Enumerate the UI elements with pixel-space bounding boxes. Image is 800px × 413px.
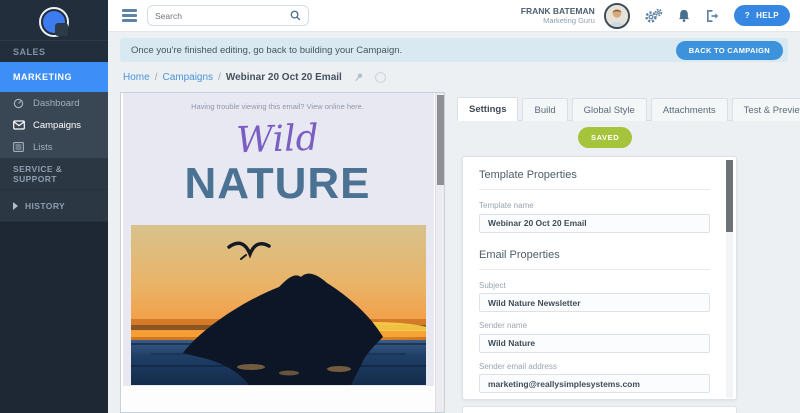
field-label: Template name xyxy=(479,201,710,210)
sidebar-item-history[interactable]: HISTORY xyxy=(0,190,108,222)
settings-card: Template Properties Template name Email … xyxy=(462,156,737,400)
user-info[interactable]: FRANK BATEMAN Marketing Guru xyxy=(521,6,595,26)
avatar[interactable] xyxy=(604,3,630,29)
section-title-email-properties: Email Properties xyxy=(479,249,710,270)
sidebar-item-label: MARKETING xyxy=(13,72,72,82)
search-icon[interactable] xyxy=(290,10,301,21)
logout-icon[interactable] xyxy=(705,9,720,23)
envelope-icon xyxy=(13,119,25,131)
field-template-name: Template name xyxy=(479,201,710,233)
breadcrumb-home-link[interactable]: Home xyxy=(123,72,150,83)
field-label: Sender email address xyxy=(479,362,710,371)
email-body-background xyxy=(123,386,434,412)
dashboard-icon xyxy=(13,97,25,109)
sidebar-item-label: HISTORY xyxy=(25,201,65,211)
sidebar-item-sales[interactable]: SALES xyxy=(0,40,108,62)
template-name-input[interactable] xyxy=(479,214,710,233)
sidebar-filler xyxy=(0,222,108,413)
breadcrumb-current: Webinar 20 Oct 20 Email xyxy=(226,72,342,83)
sidebar-item-service-support[interactable]: SERVICE & SUPPORT xyxy=(0,158,108,190)
sidebar: SALES MARKETING Dashboard Campaigns List… xyxy=(0,0,108,413)
field-sender-name: Sender name xyxy=(479,321,710,353)
sidebar-item-label: SALES xyxy=(13,47,46,57)
sidebar-item-lists[interactable]: Lists xyxy=(0,136,108,158)
preview-scrollbar-thumb[interactable] xyxy=(437,95,444,185)
sidebar-item-campaigns[interactable]: Campaigns xyxy=(0,114,108,136)
email-preview-panel: Having trouble viewing this email? View … xyxy=(120,92,445,413)
sender-name-input[interactable] xyxy=(479,334,710,353)
help-button[interactable]: ? HELP xyxy=(734,5,790,26)
caret-right-icon xyxy=(13,202,18,210)
tab-settings[interactable]: Settings xyxy=(457,97,518,121)
search-input[interactable] xyxy=(155,11,290,21)
app-logo[interactable] xyxy=(0,0,108,40)
preview-scrollbar[interactable] xyxy=(435,93,444,412)
help-question-icon: ? xyxy=(745,11,750,20)
breadcrumb: Home / Campaigns / Webinar 20 Oct 20 Ema… xyxy=(123,69,386,85)
field-sender-email: Sender email address xyxy=(479,362,710,394)
sidebar-item-label: Dashboard xyxy=(33,98,79,109)
sidebar-item-label: Campaigns xyxy=(33,120,81,131)
logo-icon xyxy=(39,7,69,37)
user-name: FRANK BATEMAN xyxy=(521,6,595,17)
list-icon xyxy=(13,141,25,153)
section-title-template-properties: Template Properties xyxy=(479,169,710,190)
field-label: Subject xyxy=(479,281,710,290)
whale-sunset-image xyxy=(131,225,426,385)
sidebar-item-dashboard[interactable]: Dashboard xyxy=(0,92,108,114)
view-online-text[interactable]: Having trouble viewing this email? View … xyxy=(121,102,434,111)
sidebar-item-label: SERVICE & SUPPORT xyxy=(13,164,108,184)
top-bar: FRANK BATEMAN Marketing Guru ? HELP xyxy=(108,0,800,32)
user-role: Marketing Guru xyxy=(521,16,595,25)
field-label: Sender name xyxy=(479,321,710,330)
back-to-campaign-button[interactable]: BACK TO CAMPAIGN xyxy=(676,41,783,60)
status-circle-icon[interactable] xyxy=(375,72,386,83)
subject-input[interactable] xyxy=(479,293,710,312)
sender-email-input[interactable] xyxy=(479,374,710,393)
pin-icon[interactable] xyxy=(353,72,364,83)
tab-build[interactable]: Build xyxy=(522,98,567,121)
brand-name-wordmark: NATURE xyxy=(121,159,434,209)
sidebar-item-label: Lists xyxy=(33,142,53,153)
next-card-edge xyxy=(462,406,737,413)
tab-attachments[interactable]: Attachments xyxy=(651,98,728,121)
breadcrumb-separator: / xyxy=(155,72,158,83)
marketing-submenu: Dashboard Campaigns Lists xyxy=(0,92,108,158)
menu-icon[interactable] xyxy=(122,9,137,22)
tab-test-preview[interactable]: Test & Preview xyxy=(732,98,800,121)
breadcrumb-separator: / xyxy=(218,72,221,83)
help-label: HELP xyxy=(756,11,779,20)
banner-message: Once you're finished editing, go back to… xyxy=(131,45,676,56)
info-banner: Once you're finished editing, go back to… xyxy=(120,38,788,62)
saved-badge: SAVED xyxy=(578,127,632,148)
card-scrollbar-thumb[interactable] xyxy=(726,160,733,232)
card-scrollbar[interactable] xyxy=(726,160,733,398)
notifications-bell-icon[interactable] xyxy=(677,8,691,23)
search-box xyxy=(147,5,309,26)
breadcrumb-campaigns-link[interactable]: Campaigns xyxy=(162,72,213,83)
field-subject: Subject xyxy=(479,281,710,313)
editor-tabs: Settings Build Global Style Attachments … xyxy=(457,96,795,121)
sidebar-item-marketing[interactable]: MARKETING xyxy=(0,62,108,92)
tab-global-style[interactable]: Global Style xyxy=(572,98,647,121)
settings-gears-icon[interactable] xyxy=(644,8,663,24)
